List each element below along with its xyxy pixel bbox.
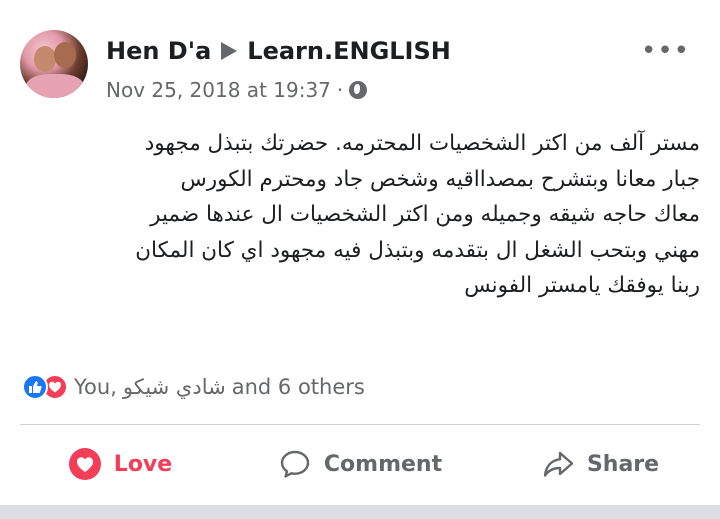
reaction-name: شادي شيكو [122,375,226,399]
arrow-right-icon [221,42,238,60]
reaction-others: and 6 others [231,375,365,399]
avatar-face [54,42,76,68]
globe-icon[interactable] [349,81,368,99]
action-bar: Love Comment Share [0,432,720,496]
reaction-summary[interactable]: You, شادي شيكو and 6 others [22,374,365,400]
group-name[interactable]: Learn.ENGLISH [247,37,451,65]
share-icon [543,451,574,477]
avatar-face [34,46,56,72]
post-card: Hen D'a Learn.ENGLISH Nov 25, 2018 at 19… [0,0,720,505]
like-icon [22,374,48,400]
share-label: Share [586,451,660,477]
comment-label: Comment [323,451,443,477]
divider [20,424,700,425]
avatar-body [26,74,84,98]
post-header: Hen D'a Learn.ENGLISH [106,34,451,68]
share-button[interactable]: Share [480,432,720,496]
author-name[interactable]: Hen D'a [106,37,211,65]
heart-icon [68,448,101,480]
reaction-names: You, شادي شيكو and 6 others [74,375,365,399]
comment-icon [280,450,310,478]
love-button[interactable]: Love [0,432,240,496]
post-meta: Nov 25, 2018 at 19:37 · [106,78,368,102]
post-body: مستر آلف من اكتر الشخصيات المحترمه. حضرت… [135,131,700,298]
love-label: Love [113,451,173,477]
meta-separator: · [336,78,344,102]
more-dots-icon[interactable]: ••• [641,36,690,66]
comment-button[interactable]: Comment [240,432,480,496]
reaction-you: You, [74,375,117,399]
avatar[interactable] [20,30,88,98]
post-timestamp[interactable]: Nov 25, 2018 at 19:37 [106,78,331,102]
